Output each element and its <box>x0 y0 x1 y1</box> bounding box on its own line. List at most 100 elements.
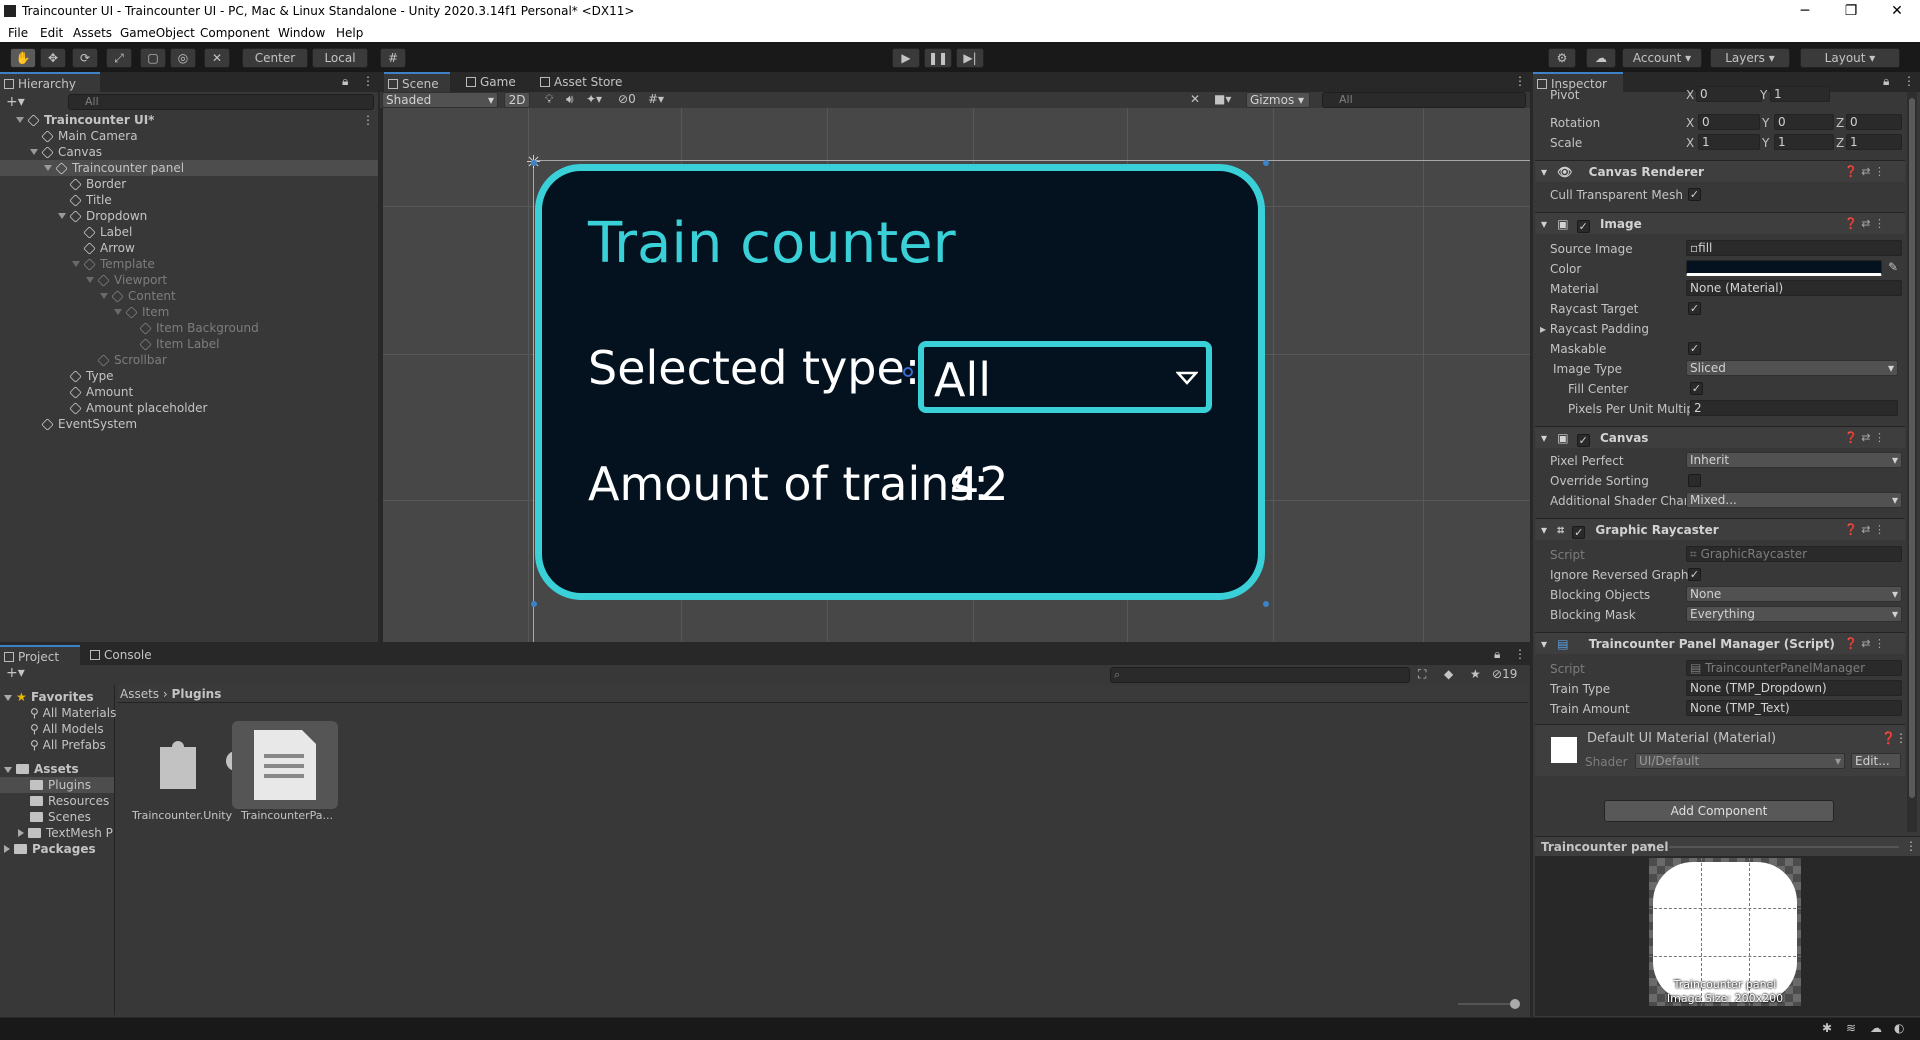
lock-icon[interactable]: 🔒︎ <box>342 74 348 89</box>
pixel-perfect-dropdown[interactable]: Inherit ▾ <box>1686 452 1902 468</box>
transform-tool-button[interactable]: ◎ <box>170 48 196 68</box>
gizmos-dropdown[interactable]: Gizmos ▾ <box>1246 92 1310 108</box>
kebab-menu-icon[interactable]: ⋮ <box>1905 839 1917 853</box>
foldout-arrow-icon[interactable] <box>86 277 94 283</box>
tab-asset-store[interactable]: Asset Store <box>536 72 636 92</box>
rect-handle[interactable] <box>1263 601 1269 607</box>
cloud-status-icon[interactable]: ☁ <box>1870 1021 1882 1035</box>
menu-window[interactable]: Window <box>278 26 325 40</box>
component-menu-icons[interactable]: ❓ ⇄ ⋮ <box>1844 427 1885 449</box>
create-add-icon[interactable]: +▾ <box>6 665 25 681</box>
hierarchy-item[interactable]: Item <box>0 304 378 320</box>
pivot-x-field[interactable]: 0 <box>1696 86 1762 102</box>
maskable-checkbox[interactable]: ✓ <box>1688 342 1701 355</box>
minimize-button[interactable]: ─ <box>1782 0 1828 24</box>
project-search-input[interactable]: ⌕ <box>1110 667 1410 683</box>
effects-icon[interactable]: ✦▾ <box>586 92 602 106</box>
manager-header[interactable]: ▾ ▤ Traincounter Panel Manager (Script) … <box>1535 632 1905 654</box>
close-button[interactable]: ✕ <box>1874 0 1920 24</box>
foldout-arrow-icon[interactable] <box>58 213 66 219</box>
grid-visibility-icon[interactable]: #▾ <box>648 92 664 106</box>
lock-icon[interactable]: 🔒︎ <box>1494 647 1500 662</box>
breadcrumb-plugins[interactable]: Plugins <box>172 687 222 701</box>
hierarchy-item[interactable]: Item Label <box>0 336 378 352</box>
hand-tool-button[interactable]: ✋ <box>10 48 36 68</box>
menu-assets[interactable]: Assets <box>73 26 112 40</box>
scale-y-field[interactable]: 1 <box>1774 134 1834 150</box>
hierarchy-item[interactable]: Main Camera <box>0 128 378 144</box>
scene-kebab-icon[interactable]: ⋮ <box>362 112 374 128</box>
foldout-arrow-icon[interactable] <box>44 165 52 171</box>
component-menu-icons[interactable]: ❓ ⇄ ⋮ <box>1844 519 1885 541</box>
rotation-y-field[interactable]: 0 <box>1774 114 1834 130</box>
hierarchy-item[interactable]: Arrow <box>0 240 378 256</box>
tab-project[interactable]: Project <box>0 645 80 665</box>
folder-resources[interactable]: Resources <box>30 793 109 809</box>
foldout-arrow-icon[interactable] <box>16 117 24 123</box>
filter-label-icon[interactable]: ◆ <box>1444 667 1453 681</box>
canvas-header[interactable]: ▾ ▣ ✓ Canvas ❓ ⇄ ⋮ <box>1535 426 1905 448</box>
asset-traincounter-unity[interactable]: ◀ Traincounter.Unity <box>132 721 246 831</box>
canvas-enabled-checkbox[interactable]: ✓ <box>1576 434 1590 447</box>
step-button[interactable]: ▶| <box>956 48 984 68</box>
pivot-center-button[interactable]: Center <box>242 48 308 68</box>
scale-z-field[interactable]: 1 <box>1846 134 1902 150</box>
menu-gameobject[interactable]: GameObject <box>120 26 195 40</box>
fill-center-checkbox[interactable]: ✓ <box>1690 382 1703 395</box>
tab-scene[interactable]: Scene <box>384 72 450 92</box>
hierarchy-item[interactable]: Amount <box>0 384 378 400</box>
scene-view[interactable]: ✳ Train counter Selected type: All Amoun… <box>383 108 1530 642</box>
hierarchy-item[interactable]: Template <box>0 256 378 272</box>
rect-handle[interactable] <box>1263 160 1269 166</box>
override-sorting-checkbox[interactable] <box>1688 474 1701 487</box>
foldout-arrow-icon[interactable] <box>30 149 38 155</box>
shading-mode-dropdown[interactable]: Shaded ▾ <box>382 92 498 108</box>
slider-thumb[interactable] <box>1510 999 1520 1009</box>
folder-scenes[interactable]: Scenes <box>30 809 91 825</box>
layout-dropdown[interactable]: Layout ▾ <box>1800 48 1900 68</box>
train-amount-field[interactable]: None (TMP_Text) <box>1686 700 1902 716</box>
hierarchy-item[interactable]: Viewport <box>0 272 378 288</box>
ppu-field[interactable]: 2 <box>1690 400 1898 416</box>
layers-status-icon[interactable]: ≋ <box>1846 1021 1856 1035</box>
shader-edit-button[interactable]: Edit... <box>1851 753 1901 769</box>
tools-icon[interactable]: ✕ <box>1190 92 1200 106</box>
hidden-packages-icon[interactable]: ⊘19 <box>1492 667 1517 681</box>
kebab-menu-icon[interactable]: ⋮ <box>1895 731 1907 745</box>
pivot-local-button[interactable]: Local <box>312 48 368 68</box>
favorites-header[interactable]: ★ Favorites <box>4 689 94 705</box>
account-dropdown[interactable]: Account ▾ <box>1622 48 1702 68</box>
color-swatch[interactable] <box>1686 260 1882 276</box>
hierarchy-item[interactable]: Canvas <box>0 144 378 160</box>
rotation-x-field[interactable]: 0 <box>1698 114 1760 130</box>
hierarchy-item[interactable]: Amount placeholder <box>0 400 378 416</box>
create-add-icon[interactable]: +▾ <box>6 94 25 110</box>
hierarchy-item[interactable]: Item Background <box>0 320 378 336</box>
hierarchy-item[interactable]: Content <box>0 288 378 304</box>
shader-dropdown[interactable]: UI/Default ▾ <box>1635 753 1845 769</box>
tab-hierarchy[interactable]: Hierarchy <box>0 72 100 92</box>
menu-component[interactable]: Component <box>200 26 270 40</box>
hierarchy-item[interactable]: Scrollbar <box>0 352 378 368</box>
raycast-padding-foldout[interactable]: ▸ Raycast Padding <box>1540 320 1649 338</box>
rect-handle[interactable] <box>531 160 537 166</box>
preview-drag-handle[interactable] <box>1669 846 1899 848</box>
help-icon[interactable]: ❓ <box>1881 731 1896 745</box>
pivot-y-field[interactable]: 1 <box>1770 86 1830 102</box>
favorite-all-materials[interactable]: ⚲ All Materials <box>30 705 116 721</box>
raycast-target-checkbox[interactable]: ✓ <box>1688 302 1701 315</box>
graphic-raycaster-header[interactable]: ▾ ⌗ ✓ Graphic Raycaster ❓ ⇄ ⋮ <box>1535 518 1905 540</box>
pause-button[interactable]: ❚❚ <box>924 48 952 68</box>
menu-edit[interactable]: Edit <box>40 26 63 40</box>
grid-snap-button[interactable]: # <box>380 48 406 68</box>
add-component-button[interactable]: Add Component <box>1604 800 1834 822</box>
packages-header[interactable]: Packages <box>4 841 96 857</box>
menu-file[interactable]: File <box>8 26 28 40</box>
bug-icon[interactable]: ✱ <box>1822 1021 1832 1035</box>
component-menu-icons[interactable]: ❓ ⇄ ⋮ <box>1844 213 1885 235</box>
preview-header[interactable]: Traincounter panel ▾ ⋮ <box>1535 836 1920 856</box>
scale-x-field[interactable]: 1 <box>1698 134 1760 150</box>
scrollbar-thumb[interactable] <box>1909 98 1915 798</box>
ignore-reversed-checkbox[interactable]: ✓ <box>1688 568 1701 581</box>
image-enabled-checkbox[interactable]: ✓ <box>1576 220 1590 233</box>
